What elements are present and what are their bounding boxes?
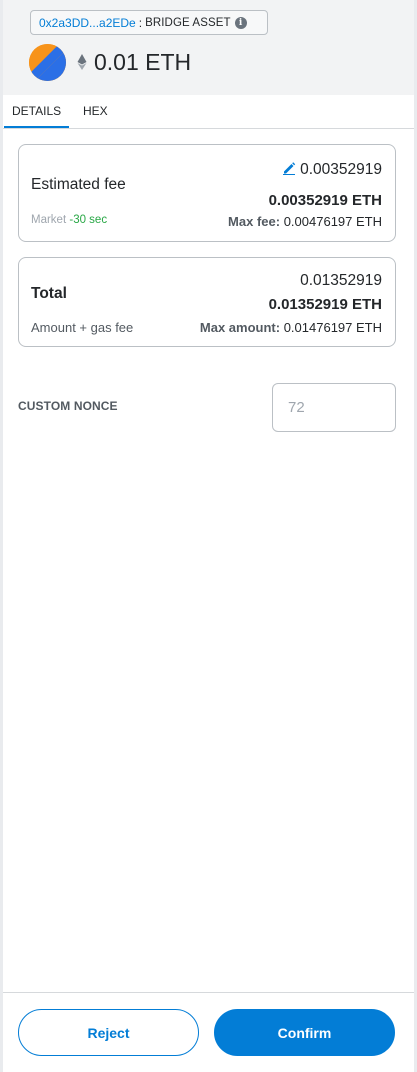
- tab-hex[interactable]: HEX: [75, 95, 116, 128]
- eth-icon: [77, 54, 87, 70]
- total-sub-label: Amount + gas fee: [31, 320, 134, 335]
- max-amount-value: 0.01476197 ETH: [283, 320, 382, 335]
- total-value-top: 0.01352919: [300, 272, 382, 289]
- max-fee-label: Max fee:: [228, 214, 281, 229]
- confirm-button[interactable]: Confirm: [214, 1009, 395, 1056]
- estimated-fee-card: Estimated fee 0.00352919 0.00352919 ETH …: [18, 144, 396, 242]
- action-footer: Reject Confirm: [3, 992, 414, 1072]
- max-fee-value: 0.00476197 ETH: [283, 214, 382, 229]
- transaction-amount: 0.01 ETH: [94, 49, 192, 75]
- total-value: 0.01352919 ETH: [268, 296, 382, 313]
- gas-speed-label: Market: [31, 214, 67, 226]
- contract-address-pill[interactable]: 0x2a3DD...a2EDe : BRIDGE ASSET i: [30, 10, 268, 35]
- custom-nonce-label: CUSTOM NONCE: [18, 399, 118, 413]
- custom-nonce-input[interactable]: [272, 383, 396, 432]
- estimated-fee-value-top: 0.00352919: [300, 161, 382, 178]
- info-icon[interactable]: i: [234, 16, 247, 29]
- max-fee: Max fee: 0.00476197 ETH: [228, 214, 382, 229]
- total-label: Total: [31, 285, 67, 302]
- gas-speed-time: -30 sec: [69, 214, 108, 226]
- estimated-fee-label: Estimated fee: [31, 176, 126, 193]
- address-separator: :: [138, 15, 143, 30]
- gas-speed-indicator: Market -30 sec: [31, 214, 107, 226]
- total-card: Total 0.01352919 0.01352919 ETH Amount +…: [18, 257, 396, 347]
- tab-bar: DETAILS HEX: [3, 95, 414, 129]
- max-amount-label: Max amount:: [199, 320, 281, 335]
- method-name: BRIDGE ASSET: [145, 16, 231, 29]
- max-amount: Max amount: 0.01476197 ETH: [200, 320, 382, 335]
- estimated-fee-value: 0.00352919 ETH: [268, 192, 382, 209]
- edit-gas-icon[interactable]: [282, 161, 296, 175]
- estimated-fee-primary: 0.00352919: [282, 161, 382, 179]
- transaction-header: 0x2a3DD...a2EDe : BRIDGE ASSET i 0.01 ET…: [3, 0, 414, 95]
- reject-button[interactable]: Reject: [18, 1009, 199, 1056]
- contract-address[interactable]: 0x2a3DD...a2EDe: [39, 16, 136, 30]
- token-avatar-icon: [29, 44, 66, 81]
- tab-details[interactable]: DETAILS: [4, 95, 70, 128]
